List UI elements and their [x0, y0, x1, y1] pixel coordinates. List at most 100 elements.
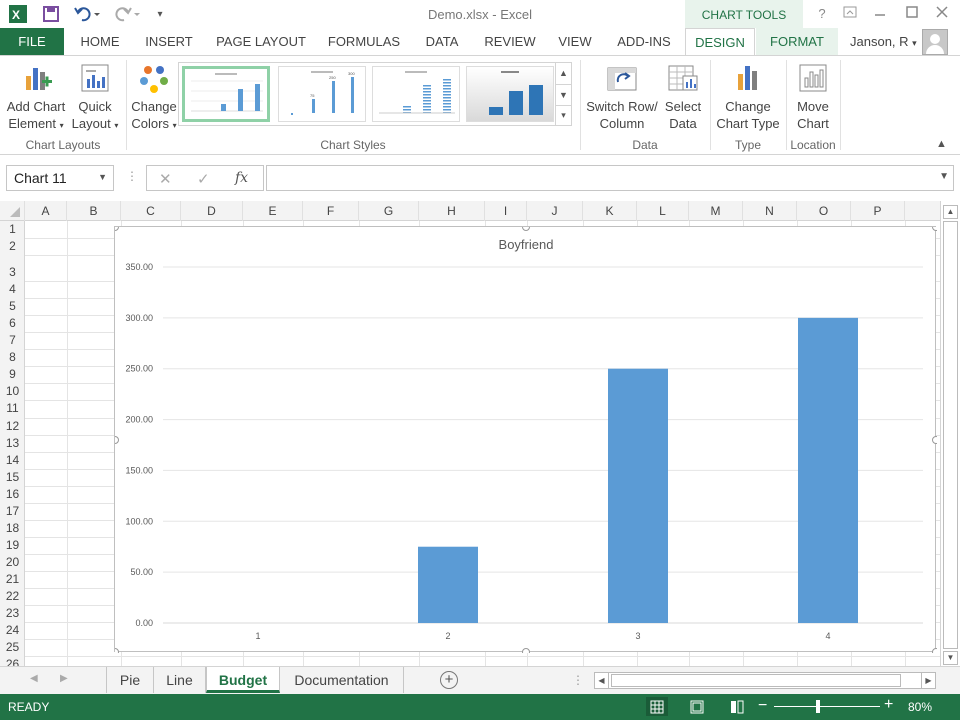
page-layout-view-icon[interactable] [686, 697, 708, 716]
cancel-entry-icon[interactable]: ✕ [159, 170, 172, 188]
column-header[interactable]: E [243, 201, 303, 221]
column-header[interactable]: H [419, 201, 485, 221]
scroll-up-icon[interactable]: ▲ [943, 205, 958, 219]
row-header[interactable]: 23 [0, 605, 25, 622]
vertical-scrollbar[interactable]: ▲ ▼ [940, 201, 960, 666]
column-header[interactable]: C [121, 201, 181, 221]
move-chart-button[interactable]: Move Chart [788, 62, 838, 132]
zoom-out-icon[interactable]: − [758, 697, 767, 715]
change-chart-type-button[interactable]: Change Chart Type [712, 62, 784, 132]
add-chart-element-button[interactable]: Add Chart Element ▾ [4, 62, 68, 134]
chart-bar[interactable] [608, 368, 668, 623]
resize-handle[interactable] [115, 436, 119, 444]
row-header[interactable]: 16 [0, 486, 25, 503]
name-box-dropdown-icon[interactable]: ▼ [98, 172, 107, 182]
scroll-down-icon[interactable]: ▼ [943, 651, 958, 665]
tab-page-layout[interactable]: PAGE LAYOUT [212, 28, 310, 55]
column-header[interactable]: L [637, 201, 689, 221]
tab-file[interactable]: FILE [0, 28, 64, 55]
resize-handle[interactable] [932, 227, 938, 231]
row-header[interactable]: 6 [0, 315, 25, 332]
resize-handle[interactable] [522, 227, 530, 231]
column-header[interactable]: D [181, 201, 243, 221]
tab-review[interactable]: REVIEW [478, 28, 542, 55]
zoom-slider[interactable] [774, 706, 880, 707]
horizontal-scroll-thumb[interactable] [611, 674, 901, 687]
insert-function-icon[interactable]: fx [235, 170, 248, 186]
column-header[interactable]: K [583, 201, 637, 221]
chart[interactable]: Boyfriend 0.00 50.00 100.00 150.00 200.00 250… [114, 226, 938, 654]
column-header[interactable]: O [797, 201, 851, 221]
zoom-slider-thumb[interactable] [816, 700, 820, 713]
tab-formulas[interactable]: FORMULAS [322, 28, 406, 55]
horizontal-scrollbar[interactable]: ◀ ▶ [594, 672, 936, 689]
new-sheet-icon[interactable]: + [440, 671, 458, 689]
select-data-button[interactable]: Select Data [660, 62, 706, 132]
zoom-in-icon[interactable]: + [884, 696, 893, 714]
minimize-icon[interactable] [870, 5, 890, 23]
row-header[interactable]: 12 [0, 418, 25, 435]
row-header[interactable]: 25 [0, 639, 25, 656]
tab-design[interactable]: DESIGN [685, 28, 755, 55]
resize-handle[interactable] [522, 648, 530, 654]
row-header[interactable]: 7 [0, 332, 25, 349]
row-header[interactable]: 20 [0, 554, 25, 571]
page-break-preview-icon[interactable] [726, 697, 748, 716]
sheet-tab-documentation[interactable]: Documentation [280, 667, 404, 693]
row-header[interactable]: 14 [0, 452, 25, 469]
row-header[interactable]: 15 [0, 469, 25, 486]
row-header[interactable]: 10 [0, 383, 25, 400]
row-header[interactable]: 1 [0, 221, 25, 238]
row-header[interactable]: 19 [0, 537, 25, 554]
help-icon[interactable]: ? [812, 5, 832, 23]
row-header[interactable]: 22 [0, 588, 25, 605]
row-header[interactable]: 8 [0, 349, 25, 366]
tab-view[interactable]: VIEW [552, 28, 598, 55]
row-header[interactable]: 9 [0, 366, 25, 383]
switch-row-column-button[interactable]: Switch Row/ Column [584, 62, 660, 132]
scroll-left-icon[interactable]: ◀ [595, 673, 609, 688]
collapse-ribbon-icon[interactable]: ▲ [936, 138, 947, 150]
gallery-scroll-down-icon[interactable]: ▼ [555, 84, 571, 105]
row-header[interactable]: 2 [0, 238, 25, 255]
column-header[interactable]: A [25, 201, 67, 221]
gallery-more-icon[interactable]: ▾ [555, 105, 571, 125]
chart-style-2-thumbnail[interactable]: 75 250 300 [278, 66, 366, 122]
row-header[interactable]: 13 [0, 435, 25, 452]
column-header[interactable]: I [485, 201, 527, 221]
sheet-tab-budget[interactable]: Budget [206, 667, 280, 693]
column-header[interactable]: B [67, 201, 121, 221]
ribbon-display-options-icon[interactable] [840, 5, 860, 23]
column-header[interactable]: P [851, 201, 905, 221]
row-header[interactable]: 3 [0, 255, 25, 281]
tab-home[interactable]: HOME [72, 28, 128, 55]
resize-handle[interactable] [115, 227, 119, 231]
user-name[interactable]: Janson, R ▾ [850, 34, 917, 49]
chart-styles-gallery[interactable]: 75 250 300 ▲ ▼ ▾ [178, 62, 572, 126]
column-header[interactable]: N [743, 201, 797, 221]
avatar[interactable] [922, 29, 948, 55]
row-header[interactable]: 21 [0, 571, 25, 588]
tab-format[interactable]: FORMAT [756, 28, 838, 55]
row-header[interactable]: 24 [0, 622, 25, 639]
expand-formula-bar-icon[interactable]: ▼ [939, 171, 949, 182]
row-header[interactable]: 18 [0, 520, 25, 537]
tab-add-ins[interactable]: ADD-INS [610, 28, 678, 55]
name-box[interactable]: Chart 11 ▼ [6, 165, 114, 191]
row-header[interactable]: 4 [0, 281, 25, 298]
chart-bar[interactable] [418, 546, 478, 623]
close-icon[interactable] [932, 5, 952, 23]
normal-view-icon[interactable] [646, 697, 668, 716]
chart-title[interactable]: Boyfriend [499, 237, 554, 252]
change-colors-button[interactable]: Change Colors ▾ [130, 62, 178, 134]
column-header[interactable]: G [359, 201, 419, 221]
tab-data[interactable]: DATA [418, 28, 466, 55]
tab-split-grip-icon[interactable]: ⋮ [572, 673, 584, 687]
chart-bar[interactable] [798, 317, 858, 623]
chart-style-3-thumbnail[interactable] [372, 66, 460, 122]
column-header[interactable]: M [689, 201, 743, 221]
chart-style-4-thumbnail[interactable] [466, 66, 554, 122]
chart-style-1-thumbnail[interactable] [182, 66, 270, 122]
maximize-icon[interactable] [902, 5, 922, 23]
sheet-tab-pie[interactable]: Pie [106, 667, 154, 693]
